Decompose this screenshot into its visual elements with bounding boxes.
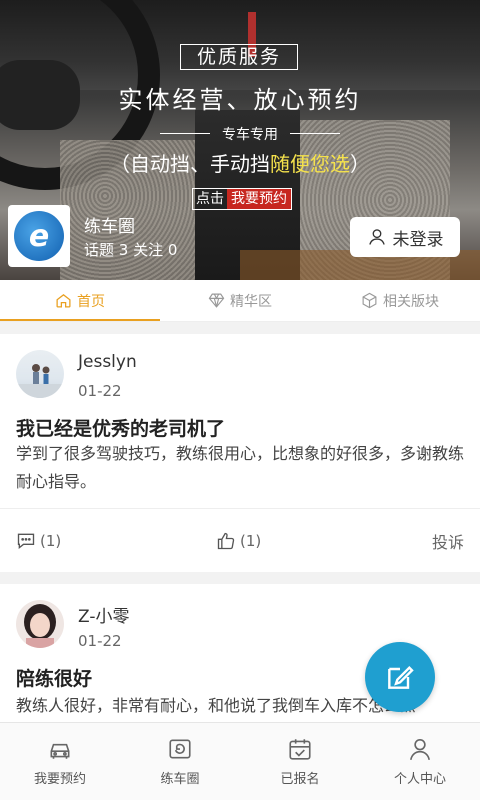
comment-icon	[17, 533, 35, 549]
tab-featured[interactable]: 精华区	[160, 280, 320, 321]
circle-icon	[169, 739, 191, 759]
nav-label: 个人中心	[393, 772, 446, 787]
comment-count: (1)	[40, 531, 62, 550]
nav-book[interactable]: 我要预约	[0, 723, 120, 800]
post-card[interactable]: Jesslyn 01-22 我已经是优秀的老司机了 学到了很多驾驶技巧，教练很用…	[0, 334, 480, 572]
like-count: (1)	[240, 531, 262, 550]
tab-label: 相关版块	[383, 293, 439, 310]
calendar-check-icon	[289, 739, 311, 760]
avatar[interactable]	[16, 350, 64, 398]
post-actions: (1) (1) 投诉	[0, 508, 480, 572]
post-author[interactable]: Jesslyn	[78, 352, 137, 372]
report-button[interactable]: 投诉	[432, 529, 464, 553]
tab-label: 精华区	[230, 293, 272, 310]
banner[interactable]: 优质服务 实体经营、放心预约 专车专用 （自动挡、手动挡随便您选） 点击 我要预…	[0, 0, 480, 280]
banner-subline: 专车专用	[160, 124, 340, 144]
report-label: 投诉	[431, 532, 464, 552]
nav-registered[interactable]: 已报名	[240, 723, 360, 800]
nav-profile[interactable]: 个人中心	[360, 723, 480, 800]
tab-bar: 首页 精华区 相关版块	[0, 280, 480, 322]
banner-headline: 实体经营、放心预约	[118, 86, 362, 114]
bottom-nav: 我要预约 练车圈 已报名 个人中心	[0, 722, 480, 800]
home-icon	[56, 294, 71, 308]
section-divider	[0, 572, 480, 584]
banner-modes: （自动挡、手动挡随便您选）	[0, 148, 480, 177]
tab-home[interactable]: 首页	[0, 280, 160, 321]
post-title: 陪练很好	[16, 668, 93, 690]
nav-label: 练车圈	[160, 772, 200, 787]
login-button[interactable]: 未登录	[350, 217, 460, 257]
forum-name: 练车圈	[84, 217, 135, 237]
thumbs-up-icon	[217, 532, 235, 549]
nav-circle[interactable]: 练车圈	[120, 723, 240, 800]
banner-modes-highlight: 随便您选	[270, 152, 350, 176]
post-date: 01-22	[78, 382, 122, 400]
cta-prefix: 点击	[196, 191, 224, 207]
compose-button[interactable]	[365, 642, 435, 712]
forum-stats: 话题 3 关注 0	[84, 241, 178, 259]
like-button[interactable]: (1)	[216, 531, 261, 551]
user-icon	[368, 229, 385, 245]
cta-button[interactable]: 我要预约	[227, 189, 291, 209]
avatar-image	[16, 364, 64, 398]
tab-related[interactable]: 相关版块	[320, 280, 480, 321]
banner-modes-suffix: ）	[350, 152, 370, 176]
diamond-icon	[208, 293, 225, 308]
post-author[interactable]: Z-小零	[78, 602, 129, 627]
user-icon	[409, 738, 431, 761]
avatar[interactable]	[16, 600, 64, 648]
post-body: 学到了很多驾驶技巧，教练很用心，比想象的好很多，多谢教练耐心指导。	[16, 444, 465, 491]
cube-icon	[362, 292, 377, 309]
banner-modes-prefix: （自动挡、手动挡	[110, 152, 270, 176]
comment-button[interactable]: (1)	[16, 531, 61, 551]
book-now-cta[interactable]: 点击 我要预约	[192, 188, 292, 210]
e-logo-icon: e	[14, 211, 64, 261]
forum-logo: e	[8, 205, 70, 267]
avatar-image	[24, 604, 56, 648]
post-date: 01-22	[78, 632, 122, 650]
post-title: 我已经是优秀的老司机了	[16, 418, 226, 440]
nav-label: 已报名	[280, 772, 320, 787]
nav-label: 我要预约	[33, 772, 86, 787]
edit-icon	[388, 665, 414, 689]
car-icon	[50, 743, 70, 759]
tab-label: 首页	[77, 293, 105, 310]
section-divider	[0, 322, 480, 334]
banner-tag: 优质服务	[180, 44, 298, 70]
login-label: 未登录	[392, 229, 444, 250]
